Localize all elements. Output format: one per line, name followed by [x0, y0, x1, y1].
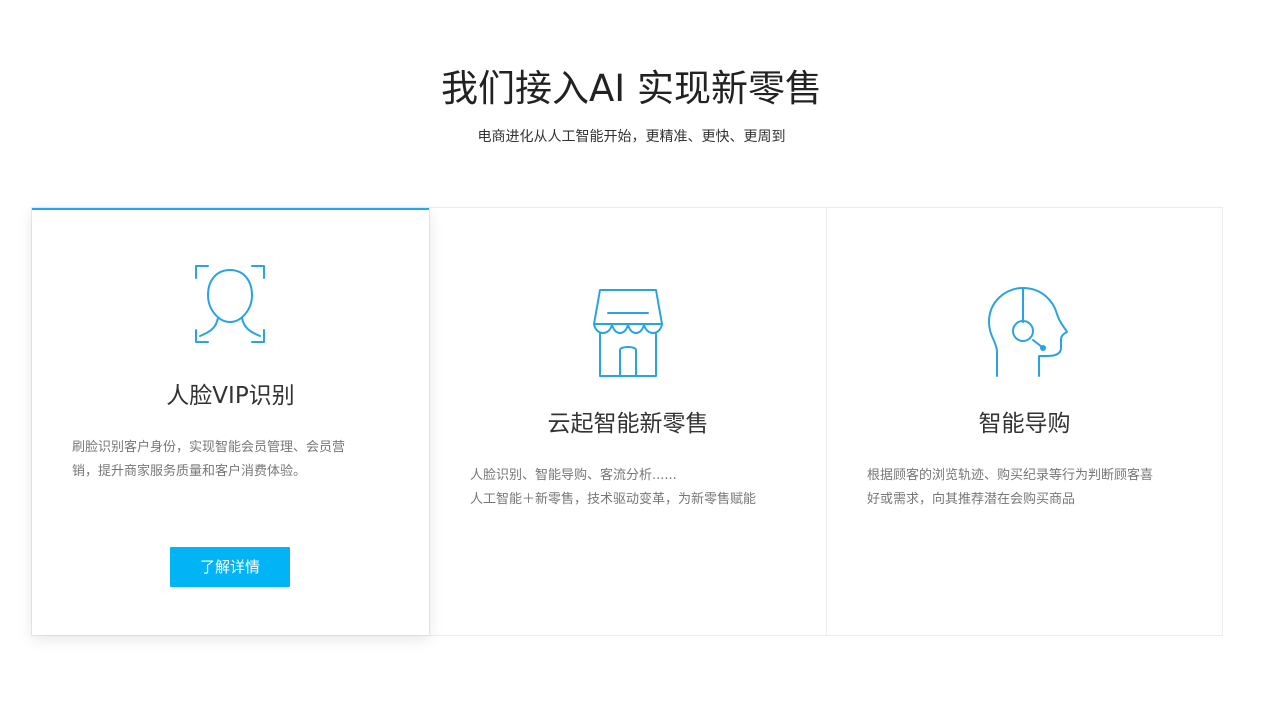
feature-card-smart-retail[interactable]: 云起智能新零售 人脸识别、智能导购、客流分析...... 人工智能＋新零售，技术…: [429, 208, 826, 635]
section-title: 我们接入AI 实现新零售: [441, 67, 822, 110]
feature-card-face-vip[interactable]: 人脸VIP识别 刷脸识别客户身份，实现智能会员管理、会员营 销，提升商家服务质量…: [32, 208, 429, 635]
card-description: 刷脸识别客户身份，实现智能会员管理、会员营 销，提升商家服务质量和客户消费体验。: [72, 436, 382, 484]
card-title: 智能导购: [978, 411, 1071, 437]
card-description-line: 根据顾客的浏览轨迹、购买纪录等行为判断顾客喜: [867, 468, 1154, 483]
feature-card-smart-guide[interactable]: 智能导购 根据顾客的浏览轨迹、购买纪录等行为判断顾客喜 好或需求，向其推荐潜在会…: [826, 208, 1222, 635]
card-description-line: 好或需求，向其推荐潜在会购买商品: [867, 492, 1076, 507]
card-title: 云起智能新零售: [547, 411, 709, 437]
card-description-line: 人脸识别、智能导购、客流分析......: [470, 468, 677, 483]
card-title: 人脸VIP识别: [166, 383, 295, 409]
storefront-icon: [593, 289, 663, 377]
card-description-line: 人工智能＋新零售，技术驱动变革，为新零售赋能: [470, 492, 757, 507]
card-description-line: 刷脸识别客户身份，实现智能会员管理、会员营: [72, 440, 346, 455]
page: 我们接入AI 实现新零售 电商进化从人工智能开始，更精准、更快、更周到 人脸VI…: [0, 0, 1263, 723]
card-description: 根据顾客的浏览轨迹、购买纪录等行为判断顾客喜 好或需求，向其推荐潜在会购买商品: [867, 464, 1177, 512]
card-description: 人脸识别、智能导购、客流分析...... 人工智能＋新零售，技术驱动变革，为新零…: [470, 464, 790, 512]
feature-cards: 人脸VIP识别 刷脸识别客户身份，实现智能会员管理、会员营 销，提升商家服务质量…: [31, 207, 1223, 636]
learn-more-button[interactable]: 了解详情: [170, 547, 290, 587]
headset-head-icon: [988, 287, 1068, 377]
section-subtitle: 电商进化从人工智能开始，更精准、更快、更周到: [477, 129, 786, 145]
card-description-line: 销，提升商家服务质量和客户消费体验。: [72, 464, 307, 479]
face-recognition-icon: [195, 265, 265, 343]
